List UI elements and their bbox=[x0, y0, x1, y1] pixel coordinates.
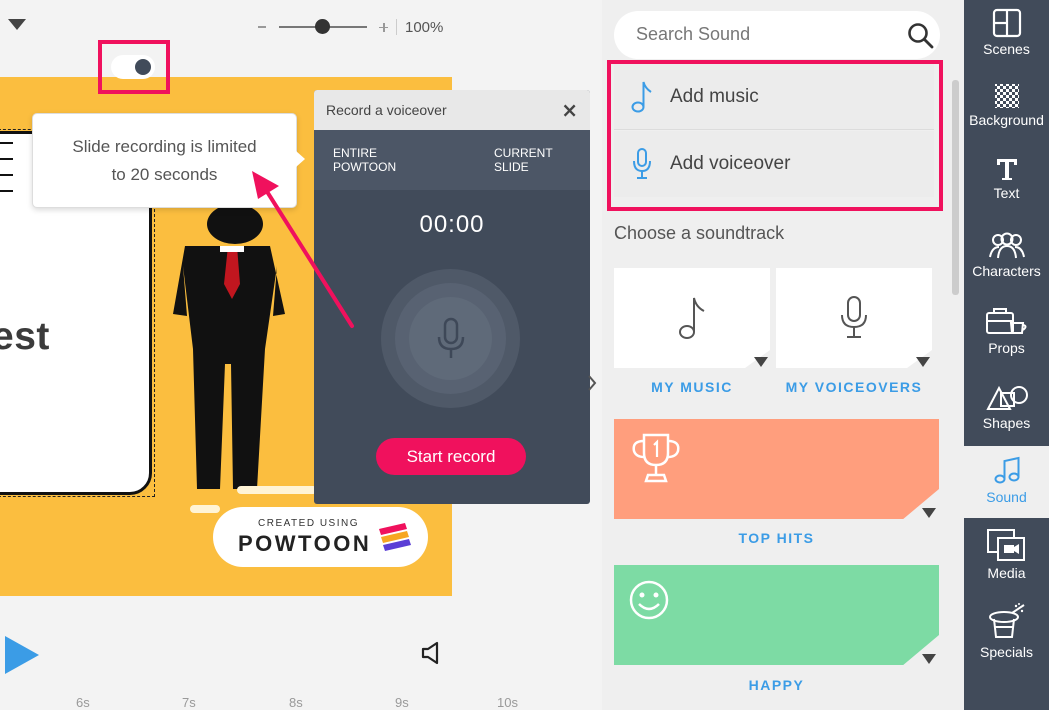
recording-limit-tooltip: Slide recording is limited to 20 seconds bbox=[32, 113, 297, 208]
my-music-tile[interactable] bbox=[614, 268, 770, 368]
category-label[interactable]: TOP HITS bbox=[614, 530, 939, 546]
volume-icon[interactable] bbox=[420, 640, 446, 666]
tool-background[interactable]: Background bbox=[964, 83, 1049, 128]
tool-label: Props bbox=[988, 340, 1025, 356]
badge-brand: POWTOON bbox=[238, 531, 372, 556]
tool-media[interactable]: Media bbox=[964, 528, 1049, 581]
record-scope-toggle[interactable] bbox=[111, 55, 155, 79]
zoom-slider[interactable] bbox=[279, 19, 367, 34]
ground-shadow bbox=[190, 505, 220, 513]
option-entire-powtoon[interactable]: ENTIRE POWTOON bbox=[333, 146, 396, 174]
close-icon[interactable]: × bbox=[561, 100, 578, 120]
tool-label: Text bbox=[993, 185, 1020, 201]
happy-tile[interactable] bbox=[614, 565, 939, 665]
background-icon bbox=[994, 84, 1019, 108]
zoom-divider bbox=[396, 19, 397, 35]
voiceover-panel: Record a voiceover × ENTIRE POWTOON CURR… bbox=[314, 90, 590, 504]
media-icon bbox=[986, 529, 1025, 561]
zoom-control: 100% bbox=[258, 15, 443, 39]
tooltip-line-1: Slide recording is limited bbox=[72, 136, 257, 156]
tool-label: Specials bbox=[980, 644, 1033, 660]
badge-caption: CREATED USING bbox=[258, 518, 359, 529]
menu-dropdown-icon[interactable] bbox=[8, 19, 26, 30]
record-scope-row: ENTIRE POWTOON CURRENT SLIDE bbox=[314, 130, 590, 190]
category-label[interactable]: MY MUSIC bbox=[614, 379, 770, 395]
timeline-tick: 10s bbox=[497, 695, 518, 710]
microphone-icon bbox=[437, 317, 465, 358]
record-mic-button[interactable] bbox=[381, 269, 520, 408]
voiceover-header: Record a voiceover × bbox=[314, 90, 590, 130]
props-icon bbox=[985, 308, 1026, 334]
music-note-icon bbox=[679, 297, 705, 339]
choose-soundtrack-heading: Choose a soundtrack bbox=[614, 223, 785, 243]
option-text: CURRENT bbox=[494, 146, 553, 160]
tool-label: Characters bbox=[972, 263, 1041, 279]
tool-label: Sound bbox=[986, 489, 1027, 505]
slide-heading-text[interactable]: est bbox=[0, 315, 50, 359]
shapes-icon bbox=[985, 385, 1028, 410]
my-voiceovers-tile[interactable] bbox=[776, 268, 932, 368]
text-icon bbox=[996, 159, 1017, 180]
tool-specials[interactable]: Specials bbox=[964, 603, 1049, 660]
sound-panel: Add music Add voiceover Choose a soundtr… bbox=[602, 0, 964, 710]
chevron-down-icon[interactable] bbox=[922, 508, 936, 518]
businessman-character[interactable] bbox=[165, 204, 295, 489]
category-label[interactable]: HAPPY bbox=[614, 677, 939, 693]
chevron-down-icon[interactable] bbox=[754, 357, 768, 367]
tool-label: Scenes bbox=[983, 41, 1030, 57]
specials-icon bbox=[988, 603, 1025, 638]
timeline-tick: 6s bbox=[76, 695, 90, 710]
trophy-icon bbox=[632, 433, 680, 483]
ground-shadow bbox=[237, 486, 317, 494]
scrollbar[interactable] bbox=[952, 80, 959, 295]
tooltip-line-2: to 20 seconds bbox=[111, 164, 218, 184]
zoom-out-icon[interactable] bbox=[258, 26, 266, 28]
add-options-highlight-box bbox=[607, 60, 943, 211]
chevron-down-icon[interactable] bbox=[916, 357, 930, 367]
timeline-tick: 7s bbox=[182, 695, 196, 710]
canvas-area: 100% est CREATED USING POWTOON Slide rec… bbox=[0, 0, 602, 710]
voiceover-title: Record a voiceover bbox=[326, 102, 447, 118]
zoom-in-icon[interactable] bbox=[379, 22, 388, 32]
zoom-percent: 100% bbox=[405, 18, 444, 36]
option-text: ENTIRE bbox=[333, 146, 378, 160]
right-toolbar: Scenes Background Text Characters Props … bbox=[964, 0, 1049, 710]
chevron-right-icon[interactable] bbox=[587, 373, 597, 393]
sound-icon bbox=[994, 456, 1019, 484]
option-text: POWTOON bbox=[333, 160, 397, 174]
timeline-tick: 8s bbox=[289, 695, 303, 710]
scenes-icon bbox=[992, 8, 1021, 38]
play-icon[interactable] bbox=[5, 636, 39, 674]
characters-icon bbox=[988, 232, 1025, 259]
tool-label: Shapes bbox=[982, 415, 1031, 431]
tool-label: Background bbox=[969, 112, 1044, 128]
tool-label: Media bbox=[987, 565, 1026, 581]
tool-shapes[interactable]: Shapes bbox=[964, 382, 1049, 431]
powtoon-logo-icon bbox=[379, 523, 411, 551]
search-box bbox=[614, 11, 940, 59]
microphone-icon bbox=[841, 296, 867, 338]
option-text: SLIDE bbox=[494, 160, 529, 174]
tool-props[interactable]: Props bbox=[964, 307, 1049, 356]
search-icon[interactable] bbox=[907, 22, 935, 50]
chevron-down-icon[interactable] bbox=[922, 654, 936, 664]
powtoon-watermark-badge: CREATED USING POWTOON bbox=[213, 507, 428, 567]
toggle-knob bbox=[135, 59, 151, 75]
zoom-slider-knob[interactable] bbox=[315, 19, 330, 34]
start-record-button[interactable]: Start record bbox=[376, 438, 526, 475]
search-input[interactable] bbox=[636, 24, 886, 45]
timeline-tick: 9s bbox=[395, 695, 409, 710]
tool-sound[interactable]: Sound bbox=[964, 456, 1049, 505]
tool-scenes[interactable]: Scenes bbox=[964, 8, 1049, 57]
tool-text[interactable]: Text bbox=[964, 156, 1049, 201]
option-current-slide[interactable]: CURRENT SLIDE bbox=[494, 146, 553, 174]
smiley-icon bbox=[629, 580, 669, 620]
category-label[interactable]: MY VOICEOVERS bbox=[776, 379, 932, 395]
tool-characters[interactable]: Characters bbox=[964, 232, 1049, 279]
top-hits-tile[interactable] bbox=[614, 419, 939, 519]
tooltip-tail bbox=[296, 151, 305, 167]
record-timer: 00:00 bbox=[419, 211, 485, 238]
